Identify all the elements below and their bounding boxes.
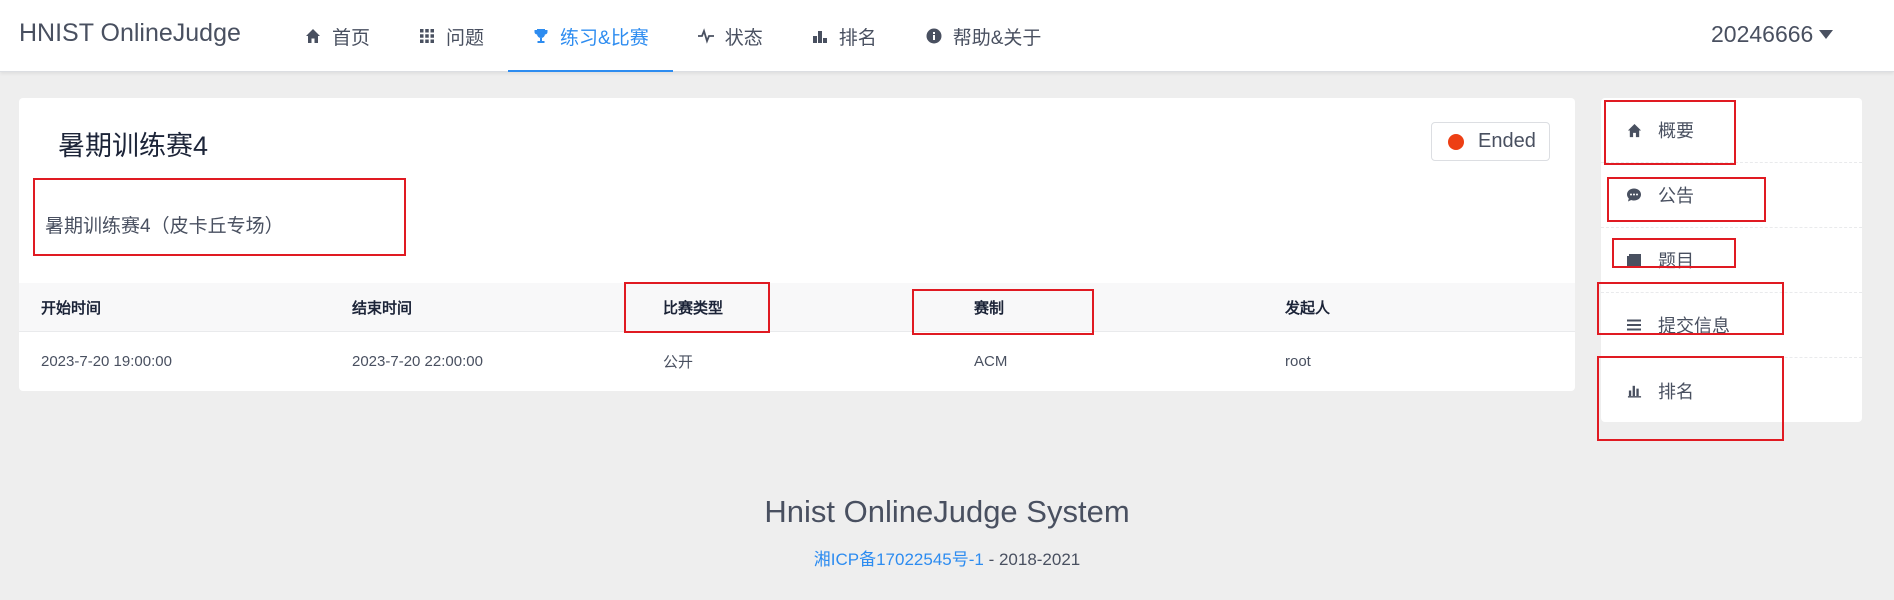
side-item-label: 题目 [1658,251,1694,271]
nav-label: 状态 [724,27,763,49]
header-creator: 发起人 [1285,299,1331,317]
side-item-label: 排名 [1658,381,1694,402]
footer-title: Hnist OnlineJudge System [764,494,1130,529]
bar-chart-icon [811,27,829,45]
nav-item-about[interactable]: 帮助&关于 [901,0,1066,72]
status-dot-icon [1448,133,1464,150]
icp-link[interactable]: 湘ICP备17022545号-1 [814,550,984,569]
cell-start-time: 2023-7-20 19:00:00 [41,353,172,370]
top-navbar: HNIST OnlineJudge 首页 问题 练习&比赛 状态 排名 帮助&关… [0,0,1894,72]
nav-item-problems[interactable]: 问题 [394,0,508,72]
header-rule-type: 赛制 [974,299,1005,317]
nav-item-contests[interactable]: 练习&比赛 [508,0,673,72]
side-item-rank[interactable]: 排名 [1601,358,1862,422]
side-item-label: 提交信息 [1658,316,1730,336]
chat-icon [1625,186,1643,204]
nav-label: 帮助&关于 [952,27,1042,49]
trophy-icon [532,27,550,45]
footer-years: - 2018-2021 [983,550,1081,569]
nav-label: 问题 [446,27,485,49]
nav-label: 练习&比赛 [560,27,649,49]
nav-item-rank[interactable]: 排名 [787,0,901,72]
header-end-time: 结束时间 [352,299,413,317]
header-start-time: 开始时间 [41,299,102,317]
info-icon [925,27,943,45]
caret-down-icon [1819,30,1834,39]
user-dropdown[interactable]: 20246666 [1711,21,1834,48]
list-icon [1625,316,1643,334]
book-icon [1625,251,1643,269]
bar-chart-icon [1625,382,1643,400]
side-item-submissions[interactable]: 提交信息 [1601,293,1862,358]
main-nav: 首页 问题 练习&比赛 状态 排名 帮助&关于 [280,0,1065,72]
contest-card: 暑期训练赛4 Ended 暑期训练赛4（皮卡丘专场） 开始时间 结束时间 比赛类… [19,98,1575,391]
status-badge: Ended [1431,122,1550,161]
status-text: Ended [1478,130,1536,152]
home-icon [304,27,322,45]
nav-item-home[interactable]: 首页 [280,0,394,72]
nav-label: 首页 [332,27,371,49]
contest-info-table: 开始时间 结束时间 比赛类型 赛制 发起人 2023-7-20 19:00:00… [19,283,1575,391]
contest-title: 暑期训练赛4 [58,131,209,161]
nav-item-status[interactable]: 状态 [673,0,787,72]
footer-copyright: 湘ICP备17022545号-1 - 2018-2021 [0,545,1894,570]
cell-contest-type: 公开 [663,354,694,371]
cell-creator: root [1285,353,1311,370]
app-logo[interactable]: HNIST OnlineJudge [19,19,241,48]
side-item-label: 公告 [1658,186,1694,206]
pulse-icon [697,27,715,45]
side-item-label: 概要 [1658,121,1694,141]
cell-rule-type: ACM [974,353,1008,370]
side-item-overview[interactable]: 概要 [1601,98,1862,163]
contest-description: 暑期训练赛4（皮卡丘专场） [45,216,284,237]
side-item-problems[interactable]: 题目 [1601,228,1862,293]
table-row: 2023-7-20 19:00:00 2023-7-20 22:00:00 公开… [19,332,1575,391]
header-contest-type: 比赛类型 [663,299,724,317]
table-header: 开始时间 结束时间 比赛类型 赛制 发起人 [19,283,1575,332]
home-icon [1625,121,1643,139]
nav-label: 排名 [838,27,877,49]
cell-end-time: 2023-7-20 22:00:00 [352,353,483,370]
side-item-announcements[interactable]: 公告 [1601,163,1862,228]
username: 20246666 [1711,21,1814,47]
grid-icon [418,27,436,45]
contest-side-menu: 概要 公告 题目 提交信息 排名 [1601,98,1862,422]
